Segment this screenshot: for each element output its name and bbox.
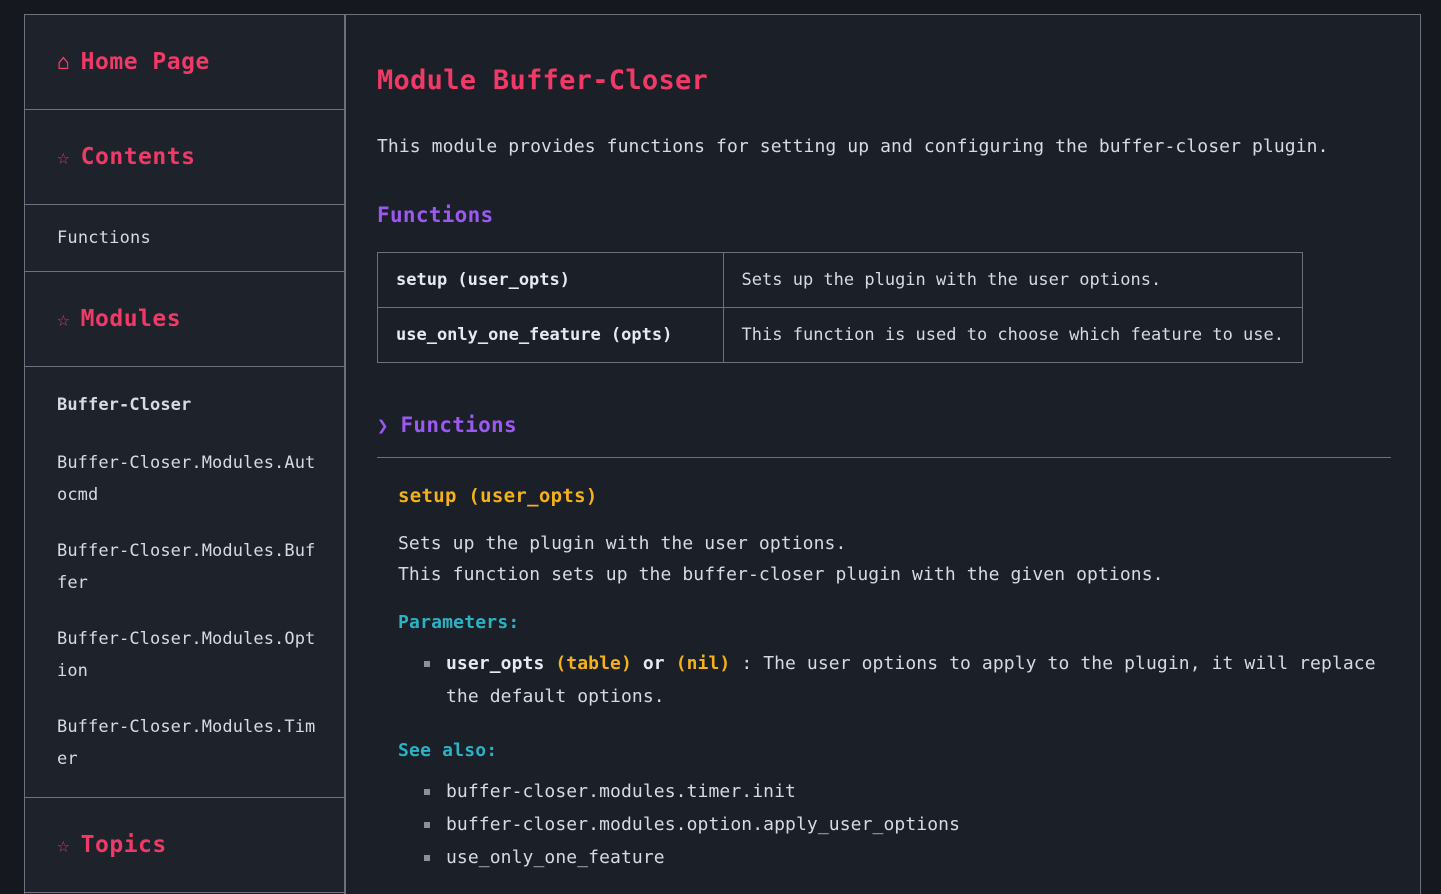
sidebar-section-modules-items: Buffer-Closer Buffer-Closer.Modules.Auto… xyxy=(25,367,344,798)
see-also-label: See also: xyxy=(398,740,498,761)
list-item[interactable]: use_only_one_feature xyxy=(424,841,1390,874)
function-name-cell[interactable]: setup (user_opts) xyxy=(377,252,724,308)
sidebar-section-contents-items: Functions xyxy=(25,205,344,272)
function-detail-setup: setup (user_opts) Sets up the plugin wit… xyxy=(377,485,1390,874)
parameter-separator: : xyxy=(741,653,753,674)
sidebar-home-label: Home Page xyxy=(80,49,210,75)
documentation-page: ⌂ Home Page ☆ Contents Functions ☆ Modul… xyxy=(0,0,1441,894)
sidebar-section-modules-header: ☆ Modules xyxy=(25,272,344,367)
sidebar-topics-label: Topics xyxy=(80,832,167,858)
parameter-conjunction: or xyxy=(642,653,665,674)
sidebar: ⌂ Home Page ☆ Contents Functions ☆ Modul… xyxy=(24,14,345,894)
sidebar-item-functions[interactable]: Functions xyxy=(25,205,344,271)
see-also-link[interactable]: use_only_one_feature xyxy=(446,847,665,868)
module-description: This module provides functions for setti… xyxy=(377,136,1329,157)
see-also-link[interactable]: buffer-closer.modules.option.apply_user_… xyxy=(446,814,960,835)
parameter-type-nil: (nil) xyxy=(675,653,731,674)
chevron-right-icon: ❯ xyxy=(377,415,389,437)
see-also-link[interactable]: buffer-closer.modules.timer.init xyxy=(446,781,796,802)
sidebar-section-contents-header: ☆ Contents xyxy=(25,110,344,205)
parameter-name: user_opts xyxy=(446,653,545,674)
sidebar-module-option[interactable]: Buffer-Closer.Modules.Option xyxy=(57,623,316,687)
page-title: Module Buffer-Closer xyxy=(377,65,709,96)
list-item[interactable]: buffer-closer.modules.option.apply_user_… xyxy=(424,808,1390,841)
functions-collapsible-label: Functions xyxy=(400,413,517,437)
function-summary: Sets up the plugin with the user options… xyxy=(398,533,847,554)
sidebar-item-home-page[interactable]: ⌂ Home Page xyxy=(25,15,344,109)
section-divider xyxy=(377,457,1391,458)
list-item[interactable]: buffer-closer.modules.timer.init xyxy=(424,775,1390,808)
sidebar-item-modules[interactable]: ☆ Modules xyxy=(25,272,344,366)
sidebar-item-topics[interactable]: ☆ Topics xyxy=(25,798,344,892)
star-icon: ☆ xyxy=(57,306,70,331)
functions-summary-table: setup (user_opts) Sets up the plugin wit… xyxy=(377,252,1304,363)
sidebar-section-topics-header: ☆ Topics xyxy=(25,798,344,893)
function-description-cell: Sets up the plugin with the user options… xyxy=(722,252,1304,308)
main-content: Module Buffer-Closer This module provide… xyxy=(345,14,1421,894)
function-name-cell[interactable]: use_only_one_feature (opts) xyxy=(377,307,724,363)
sidebar-item-contents[interactable]: ☆ Contents xyxy=(25,110,344,204)
function-description-cell: This function is used to choose which fe… xyxy=(722,307,1304,363)
star-icon: ☆ xyxy=(57,144,70,169)
sidebar-modules-label: Modules xyxy=(80,306,182,332)
parameters-list: user_opts (table) or (nil) : The user op… xyxy=(398,647,1390,713)
function-detail-text: This function sets up the buffer-closer … xyxy=(398,564,1164,585)
sidebar-module-autocmd[interactable]: Buffer-Closer.Modules.Autocmd xyxy=(57,447,316,511)
list-item: user_opts (table) or (nil) : The user op… xyxy=(424,647,1390,713)
sidebar-module-buffer-closer[interactable]: Buffer-Closer xyxy=(57,389,316,421)
table-row: use_only_one_feature (opts) This functio… xyxy=(377,307,1304,363)
sidebar-section-home: ⌂ Home Page xyxy=(25,15,344,110)
functions-section-heading: Functions xyxy=(377,203,494,227)
sidebar-module-buffer[interactable]: Buffer-Closer.Modules.Buffer xyxy=(57,535,316,599)
sidebar-module-timer[interactable]: Buffer-Closer.Modules.Timer xyxy=(57,711,316,775)
sidebar-contents-label: Contents xyxy=(80,144,196,170)
table-row: setup (user_opts) Sets up the plugin wit… xyxy=(377,252,1304,308)
sidebar-item-label: Functions xyxy=(57,228,151,248)
parameter-type-table: (table) xyxy=(555,653,632,674)
see-also-list: buffer-closer.modules.timer.init buffer-… xyxy=(398,775,1390,874)
star-icon: ☆ xyxy=(57,832,70,857)
parameters-label: Parameters: xyxy=(398,612,520,633)
functions-collapsible-header[interactable]: ❯ Functions xyxy=(377,413,1390,437)
function-signature: setup (user_opts) xyxy=(398,485,598,507)
home-icon: ⌂ xyxy=(57,49,70,74)
